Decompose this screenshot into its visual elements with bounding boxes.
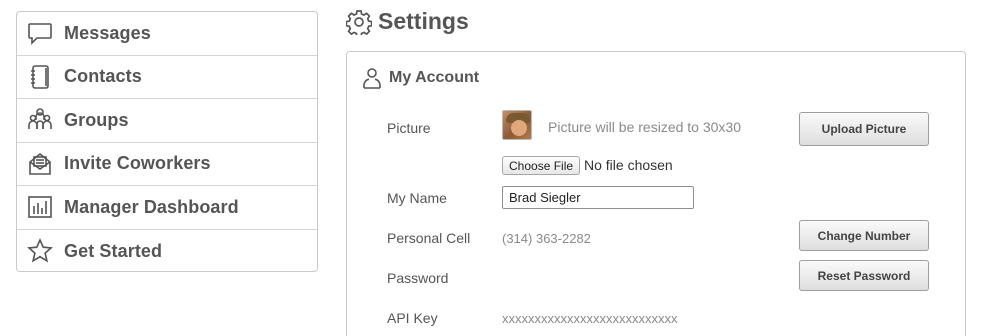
- avatar-face: [511, 120, 527, 136]
- bar-chart-icon: [26, 193, 54, 221]
- choose-file-button[interactable]: Choose File: [502, 156, 581, 175]
- envelope-icon: [26, 150, 54, 178]
- people-icon: [26, 106, 54, 134]
- upload-picture-button[interactable]: Upload Picture: [799, 112, 929, 146]
- sidebar-item-contacts[interactable]: Contacts: [17, 56, 317, 99]
- address-book-icon: [26, 63, 54, 91]
- panel-header: My Account: [361, 67, 479, 89]
- speech-bubble-icon: [26, 19, 54, 47]
- gear-icon: [346, 9, 372, 35]
- star-icon: [26, 237, 54, 265]
- name-input[interactable]: [502, 186, 694, 209]
- sidebar-nav: Messages Contacts Groups Invite Coworker…: [16, 11, 318, 272]
- sidebar-item-messages[interactable]: Messages: [17, 12, 317, 56]
- page-title: Settings: [378, 8, 469, 34]
- sidebar-item-manager-dashboard[interactable]: Manager Dashboard: [17, 186, 317, 230]
- password-label: Password: [387, 270, 449, 286]
- picture-label: Picture: [387, 120, 431, 136]
- sidebar-item-label: Invite Coworkers: [64, 153, 211, 174]
- person-icon: [363, 68, 381, 89]
- sidebar-item-label: Messages: [64, 22, 151, 43]
- sidebar-item-label: Get Started: [64, 240, 163, 261]
- change-number-button[interactable]: Change Number: [799, 220, 929, 251]
- reset-password-button[interactable]: Reset Password: [799, 260, 929, 291]
- api-key-value: xxxxxxxxxxxxxxxxxxxxxxxxxxx: [502, 311, 678, 326]
- file-status: No file chosen: [584, 157, 673, 173]
- sidebar-item-groups[interactable]: Groups: [17, 99, 317, 143]
- sidebar-item-label: Manager Dashboard: [64, 196, 239, 217]
- sidebar-item-label: Groups: [64, 109, 129, 130]
- sidebar-item-get-started[interactable]: Get Started: [17, 230, 317, 272]
- picture-hint: Picture will be resized to 30x30: [548, 119, 741, 135]
- api-key-label: API Key: [387, 310, 438, 326]
- panel-title: My Account: [389, 69, 480, 86]
- avatar: [502, 110, 532, 140]
- my-account-panel: My Account Picture Picture will be resiz…: [346, 51, 966, 336]
- sidebar-item-invite-coworkers[interactable]: Invite Coworkers: [17, 143, 317, 186]
- cell-label: Personal Cell: [387, 230, 471, 246]
- name-label: My Name: [387, 190, 447, 206]
- sidebar-item-label: Contacts: [64, 66, 142, 87]
- page-header: Settings: [346, 8, 469, 35]
- cell-value: (314) 363-2282: [502, 231, 591, 246]
